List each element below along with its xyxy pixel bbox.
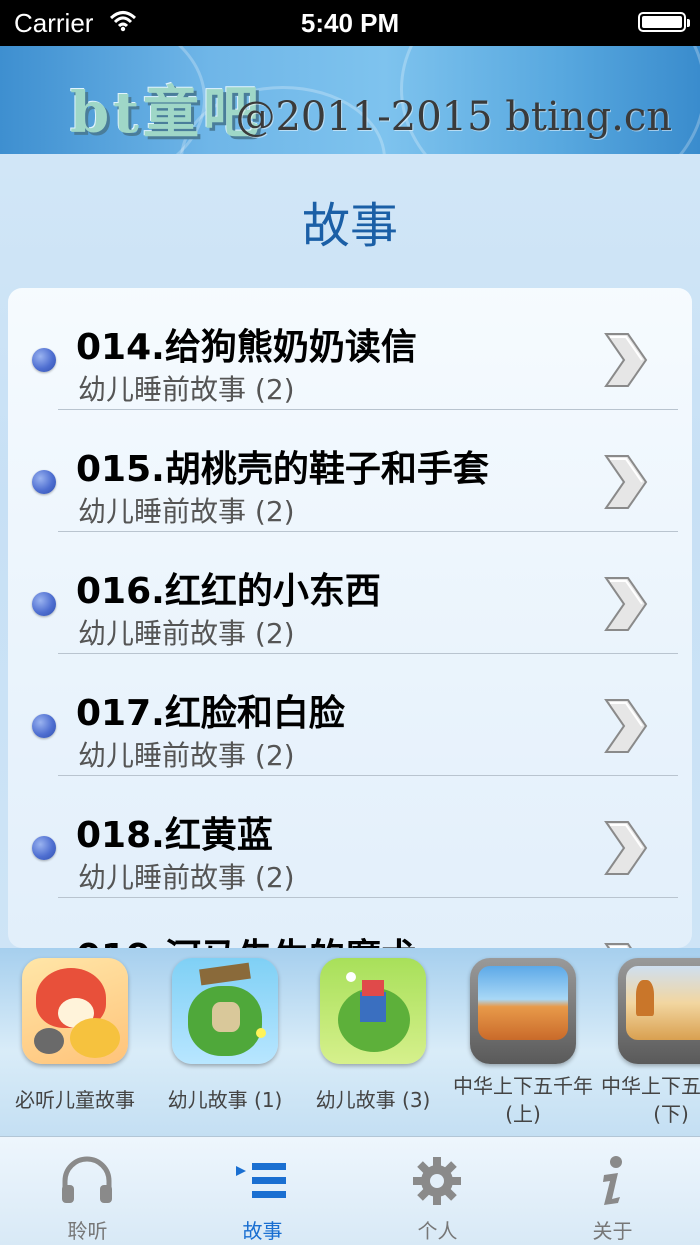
- bullet-icon: [32, 714, 56, 738]
- clock: 5:40 PM: [300, 8, 400, 38]
- story-row[interactable]: 019.河马先生的魔术: [8, 898, 692, 948]
- page-title: 故事: [301, 198, 398, 254]
- story-row[interactable]: 018.红黄蓝幼儿睡前故事 (2): [8, 776, 692, 898]
- header-banner: bt童吧 @2011-2015 bting.cn: [0, 46, 700, 154]
- tab-listen[interactable]: 聆听: [0, 1137, 175, 1245]
- tab-label: 聆听: [67, 1219, 108, 1243]
- story-list[interactable]: 014.给狗熊奶奶读信 幼儿睡前故事 (2) 015.胡桃壳的鞋子和手套 幼儿睡前故事…: [8, 288, 692, 948]
- bullet-icon: [32, 348, 56, 372]
- headphones-icon: [62, 1156, 112, 1203]
- chevron-right-icon[interactable]: [600, 330, 650, 390]
- tab-about[interactable]: 关于: [525, 1137, 700, 1245]
- album-item[interactable]: 必听儿童故事: [0, 958, 150, 1114]
- chevron-right-icon[interactable]: [600, 696, 650, 756]
- album-label: 必听儿童故事: [15, 1088, 135, 1112]
- tab-label: 关于: [592, 1219, 633, 1243]
- album-cover-icon[interactable]: [470, 958, 576, 1064]
- info-icon: [603, 1156, 622, 1205]
- chevron-right-icon[interactable]: [600, 818, 650, 878]
- chevron-right-icon[interactable]: [600, 452, 650, 512]
- tab-bar: 聆听 故事 个人 关于: [0, 1136, 700, 1245]
- album-item[interactable]: 中华上下五千年(下): [596, 958, 700, 1128]
- tab-personal[interactable]: 个人: [350, 1137, 525, 1245]
- tab-label: 个人: [417, 1219, 458, 1243]
- battery-icon: [638, 12, 690, 32]
- story-title: 016.红红的小东西: [76, 571, 381, 612]
- tab-stories[interactable]: 故事: [175, 1137, 350, 1245]
- story-subtitle: 幼儿睡前故事 (2): [78, 373, 295, 406]
- story-title: 014.给狗熊奶奶读信: [76, 327, 417, 368]
- story-subtitle: 幼儿睡前故事 (2): [78, 617, 295, 650]
- album-shelf[interactable]: 必听儿童故事 幼儿故事 (1) 幼儿故事 (3) 中华上下五千年(上)中华上下五千年(…: [0, 948, 700, 1136]
- album-item[interactable]: 幼儿故事 (3): [298, 958, 448, 1114]
- album-cover-icon[interactable]: [320, 958, 426, 1064]
- story-row[interactable]: 017.红脸和白脸幼儿睡前故事 (2): [8, 654, 692, 776]
- album-item[interactable]: 幼儿故事 (1): [150, 958, 300, 1114]
- story-title: 019.河马先生的魔术: [76, 928, 417, 948]
- bullet-icon: [32, 470, 56, 494]
- story-row[interactable]: 016.红红的小东西幼儿睡前故事 (2): [8, 532, 692, 654]
- story-title: 015.胡桃壳的鞋子和手套: [76, 449, 489, 490]
- story-row[interactable]: 015.胡桃壳的鞋子和手套幼儿睡前故事 (2): [8, 410, 692, 532]
- album-cover-icon[interactable]: [22, 958, 128, 1064]
- app-logo: bt童吧: [70, 80, 264, 146]
- album-item[interactable]: 中华上下五千年(上): [448, 958, 598, 1128]
- album-label: 幼儿故事 (1): [167, 1088, 283, 1112]
- list-icon: [236, 1163, 286, 1198]
- chevron-right-icon[interactable]: [600, 574, 650, 634]
- story-subtitle: 幼儿睡前故事 (2): [78, 495, 295, 528]
- album-cover-icon[interactable]: [618, 958, 700, 1064]
- album-cover-icon[interactable]: [172, 958, 278, 1064]
- story-row[interactable]: 014.给狗熊奶奶读信幼儿睡前故事 (2): [8, 288, 692, 410]
- gear-icon: [413, 1157, 461, 1205]
- tab-label: 故事: [242, 1219, 283, 1243]
- story-subtitle: 幼儿睡前故事 (2): [78, 861, 295, 894]
- chevron-right-icon[interactable]: [600, 940, 650, 948]
- story-title: 017.红脸和白脸: [76, 693, 345, 734]
- copyright-text: @2011-2015 bting.cn: [235, 94, 672, 140]
- story-subtitle: 幼儿睡前故事 (2): [78, 739, 295, 772]
- status-bar: Carrier 5:40 PM: [0, 0, 700, 46]
- album-label: 中华上下五千年(上): [453, 1074, 593, 1126]
- bullet-icon: [32, 592, 56, 616]
- album-label: 幼儿故事 (3): [315, 1088, 431, 1112]
- bullet-icon: [32, 836, 56, 860]
- story-title: 018.红黄蓝: [76, 815, 273, 856]
- album-label: 中华上下五千年(下): [601, 1074, 700, 1126]
